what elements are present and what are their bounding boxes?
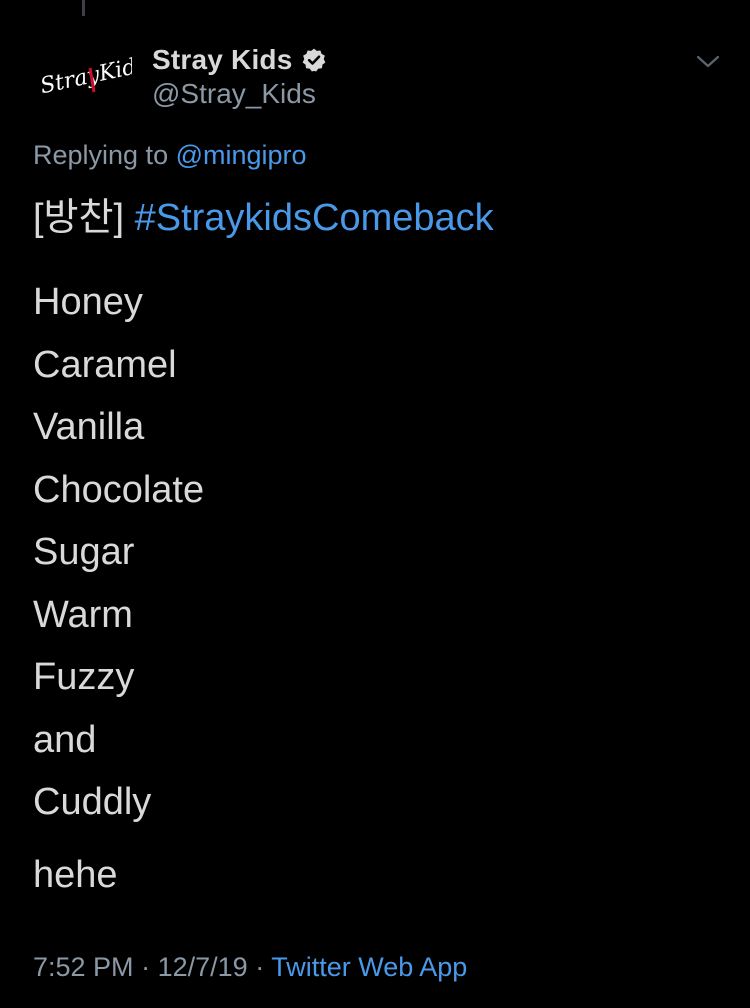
tweet-word-list: Honey Caramel Vanilla Chocolate Sugar Wa… [33,271,723,834]
tweet-metadata: 7:52 PM · 12/7/19 · Twitter Web App [33,952,467,983]
logo-text: StrayKids [38,52,132,99]
display-name-row[interactable]: Stray Kids [152,42,327,78]
tweet-line: and [33,718,97,761]
tweet-line: Fuzzy [33,656,135,698]
avatar[interactable]: StrayKids [36,46,132,110]
tweet-source-link[interactable]: Twitter Web App [271,952,467,982]
tweet-line: Vanilla [33,406,145,448]
replying-prefix: Replying to [33,140,169,170]
thread-connector-line [82,0,85,16]
tweet-line: Sugar [33,531,135,573]
tweet-text: [방찬] #StraykidsComeback Honey Caramel Va… [33,193,723,900]
tweet-last-line: hehe [33,853,118,896]
chevron-down-icon[interactable] [694,48,722,76]
display-name[interactable]: Stray Kids [152,44,293,76]
meta-separator: · [141,952,151,982]
stray-kids-logo: StrayKids [38,52,132,99]
hashtag-link[interactable]: #StraykidsComeback [135,197,494,239]
user-handle[interactable]: @Stray_Kids [152,78,316,110]
tweet-line: Honey [33,281,143,323]
tweet-first-line: [방찬] #StraykidsComeback [33,193,723,243]
tweet-time[interactable]: 7:52 PM [33,952,134,982]
tweet-line: Warm [33,593,133,636]
tweet-line: Chocolate [33,468,205,511]
tweet-line: Cuddly [33,781,152,823]
verified-badge-icon [301,47,327,73]
meta-separator: · [255,952,265,982]
tweet-date[interactable]: 12/7/19 [158,952,248,982]
tweet-author-tag: [방찬] [33,197,125,239]
reply-mention-link[interactable]: @mingipro [176,140,307,170]
replying-to-line: Replying to @mingipro [33,140,307,171]
tweet-header: StrayKids Stray Kids @Stray_Kids [0,40,750,120]
tweet-line: Caramel [33,343,177,386]
